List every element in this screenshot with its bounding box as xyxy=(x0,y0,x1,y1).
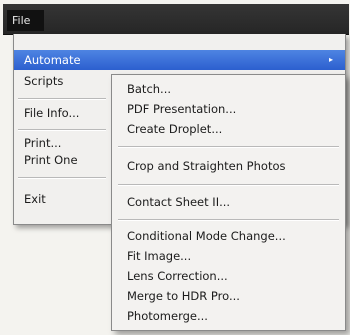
submenu-item-contact-sheet[interactable]: Contact Sheet II... xyxy=(112,192,345,212)
submenu-item-crop-straighten[interactable]: Crop and Straighten Photos xyxy=(112,156,345,176)
submenu-item-fit-image[interactable]: Fit Image... xyxy=(112,246,345,266)
menu-item-label: Automate xyxy=(24,53,81,67)
submenu-item-photomerge[interactable]: Photomerge... xyxy=(112,306,345,326)
submenu-arrow-icon: ▸ xyxy=(328,55,333,64)
submenu-item-conditional-mode-change[interactable]: Conditional Mode Change... xyxy=(112,226,345,246)
menu-bar: File xyxy=(3,4,349,35)
menu-item-automate[interactable]: Automate ▸ xyxy=(14,50,345,70)
menu-separator xyxy=(18,98,106,100)
menu-separator xyxy=(118,219,339,221)
file-menu-button[interactable]: File xyxy=(7,10,44,31)
menu-item-label: File Info... xyxy=(24,106,80,120)
submenu-item-create-droplet[interactable]: Create Droplet... xyxy=(112,119,345,139)
automate-submenu: Batch... PDF Presentation... Create Drop… xyxy=(111,74,346,331)
menu-separator xyxy=(118,184,339,186)
submenu-item-lens-correction[interactable]: Lens Correction... xyxy=(112,266,345,286)
menu-separator xyxy=(18,177,106,179)
submenu-item-merge-hdr-pro[interactable]: Merge to HDR Pro... xyxy=(112,286,345,306)
submenu-item-pdf-presentation[interactable]: PDF Presentation... xyxy=(112,99,345,119)
menu-item-label: Exit xyxy=(24,192,46,206)
menu-separator xyxy=(18,129,106,131)
menu-item-label: Scripts xyxy=(24,74,64,88)
menu-item-label: Print... xyxy=(24,136,62,150)
submenu-item-batch[interactable]: Batch... xyxy=(112,79,345,99)
menu-item-label: Print One xyxy=(24,153,78,167)
menu-separator xyxy=(118,146,339,148)
